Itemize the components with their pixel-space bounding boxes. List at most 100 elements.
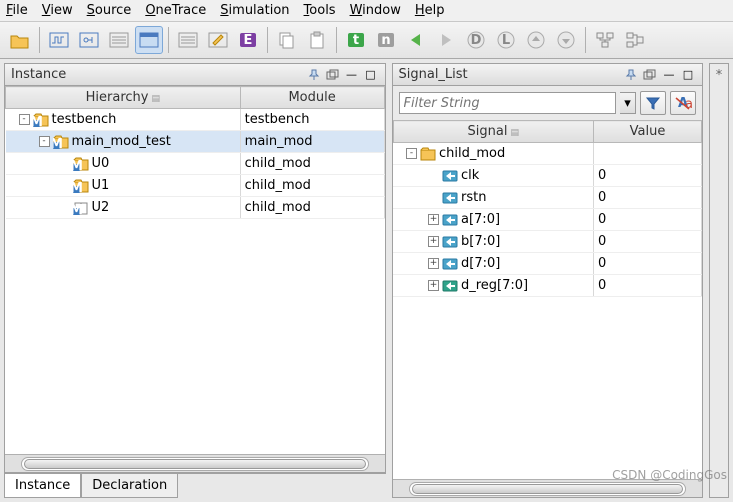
minimize-icon[interactable]: — bbox=[661, 68, 677, 82]
menu-help[interactable]: Help bbox=[415, 3, 445, 18]
signal-name: b[7:0] bbox=[461, 234, 500, 249]
filter-input[interactable] bbox=[399, 92, 617, 114]
menu-source[interactable]: Source bbox=[87, 3, 132, 18]
circuit-button[interactable] bbox=[75, 26, 103, 54]
signal-name: a[7:0] bbox=[461, 212, 500, 227]
menu-window[interactable]: Window bbox=[350, 3, 401, 18]
signal-header[interactable]: Signal▤ bbox=[393, 121, 594, 143]
instance-name: U0 bbox=[92, 156, 110, 171]
copy-button[interactable] bbox=[273, 26, 301, 54]
left-column: Instance — □ Hierarchy▤ Module -Mtestben… bbox=[4, 63, 386, 498]
signal-row[interactable]: +b[7:0]0 bbox=[393, 231, 702, 253]
signal-row[interactable]: +d_reg[7:0]0 bbox=[393, 275, 702, 297]
book-m-icon: M bbox=[73, 201, 89, 215]
pin-icon[interactable] bbox=[623, 68, 639, 82]
expander-icon[interactable]: + bbox=[428, 214, 439, 225]
sig-in-icon bbox=[442, 191, 458, 205]
windows-icon[interactable] bbox=[642, 68, 658, 82]
header-menu-icon[interactable]: ▤ bbox=[151, 94, 160, 104]
instance-name: U2 bbox=[92, 200, 110, 215]
instance-module: child_mod bbox=[240, 153, 384, 175]
hierarchy-button[interactable] bbox=[591, 26, 619, 54]
signal-row[interactable]: -child_mod bbox=[393, 143, 702, 165]
expander-icon[interactable]: - bbox=[19, 114, 30, 125]
up-arrow-circle-button[interactable] bbox=[522, 26, 550, 54]
minimize-icon[interactable]: — bbox=[344, 68, 360, 82]
instance-row[interactable]: -Mmain_mod_testmain_mod bbox=[6, 131, 385, 153]
svg-text:L: L bbox=[502, 33, 510, 48]
paste-button[interactable] bbox=[303, 26, 331, 54]
signal-row[interactable]: rstn0 bbox=[393, 187, 702, 209]
svg-text:E: E bbox=[244, 33, 253, 48]
expander-icon[interactable]: - bbox=[406, 148, 417, 159]
maximize-icon[interactable]: □ bbox=[680, 68, 696, 82]
instance-row[interactable]: MU2child_mod bbox=[6, 197, 385, 219]
svg-text:t: t bbox=[353, 33, 359, 48]
folder-m-icon: M bbox=[53, 135, 69, 149]
instance-row[interactable]: MU1child_mod bbox=[6, 175, 385, 197]
list-button-1[interactable] bbox=[105, 26, 133, 54]
instance-row[interactable]: -Mtestbenchtestbench bbox=[6, 109, 385, 131]
value-header[interactable]: Value bbox=[594, 121, 702, 143]
menu-onetrace[interactable]: OneTrace bbox=[145, 3, 206, 18]
open-folder-button[interactable] bbox=[6, 26, 34, 54]
list-button-2[interactable] bbox=[174, 26, 202, 54]
hierarchy-header[interactable]: Hierarchy▤ bbox=[6, 87, 241, 109]
instance-module: main_mod bbox=[240, 131, 384, 153]
signal-hscroll[interactable] bbox=[393, 479, 703, 497]
signal-row[interactable]: +a[7:0]0 bbox=[393, 209, 702, 231]
expander-icon[interactable]: + bbox=[428, 258, 439, 269]
panel-button-selected[interactable] bbox=[135, 26, 163, 54]
wave-button-1[interactable] bbox=[45, 26, 73, 54]
collapsed-panel[interactable]: * bbox=[709, 63, 729, 498]
filter-bar: ▾ Aa bbox=[393, 86, 703, 120]
edit-button[interactable] bbox=[204, 26, 232, 54]
pin-icon[interactable] bbox=[306, 68, 322, 82]
module-header[interactable]: Module bbox=[240, 87, 384, 109]
signal-name: clk bbox=[461, 168, 479, 183]
tab-instance[interactable]: Instance bbox=[4, 474, 81, 498]
signal-title-label: Signal_List bbox=[399, 67, 624, 82]
signal-row[interactable]: +d[7:0]0 bbox=[393, 253, 702, 275]
expander-icon[interactable]: + bbox=[428, 236, 439, 247]
signal-row[interactable]: clk 0 bbox=[393, 165, 702, 187]
header-menu-icon[interactable]: ▤ bbox=[510, 128, 519, 138]
signal-grid[interactable]: Signal▤ Value -child_modclk 0rstn0 + a[7:0]… bbox=[393, 120, 703, 479]
filter-dropdown-button[interactable]: ▾ bbox=[620, 92, 636, 114]
expander-icon[interactable]: + bbox=[428, 280, 439, 291]
filter-font-button[interactable]: Aa bbox=[670, 91, 696, 115]
instance-grid[interactable]: Hierarchy▤ Module -Mtestbenchtestbench-M… bbox=[5, 86, 385, 454]
svg-text:M: M bbox=[73, 203, 83, 215]
forward-arrow-button[interactable] bbox=[432, 26, 460, 54]
tab-declaration[interactable]: Declaration bbox=[81, 474, 178, 498]
d-circle-button[interactable]: D bbox=[462, 26, 490, 54]
folder-m-icon: M bbox=[73, 157, 89, 171]
sig-in-icon bbox=[442, 257, 458, 271]
menu-view[interactable]: View bbox=[42, 3, 73, 18]
signal-name: d[7:0] bbox=[461, 256, 500, 271]
expander-icon[interactable]: - bbox=[39, 136, 50, 147]
signal-value: 0 bbox=[594, 165, 702, 187]
menu-tools[interactable]: Tools bbox=[304, 3, 336, 18]
menu-simulation[interactable]: Simulation bbox=[220, 3, 289, 18]
menu-file[interactable]: File bbox=[6, 3, 28, 18]
filter-funnel-button[interactable] bbox=[640, 91, 666, 115]
instance-panel-title: Instance — □ bbox=[5, 64, 385, 86]
menubar: File View Source OneTrace Simulation Tools Win… bbox=[0, 0, 733, 22]
tree-button[interactable] bbox=[621, 26, 649, 54]
e-button[interactable]: E bbox=[234, 26, 262, 54]
signal-name: d_reg[7:0] bbox=[461, 278, 528, 293]
signal-value bbox=[594, 143, 702, 165]
back-arrow-button[interactable] bbox=[402, 26, 430, 54]
down-arrow-circle-button[interactable] bbox=[552, 26, 580, 54]
n-button[interactable]: n bbox=[372, 26, 400, 54]
maximize-icon[interactable]: □ bbox=[363, 68, 379, 82]
windows-icon[interactable] bbox=[325, 68, 341, 82]
instance-row[interactable]: MU0 child_mod bbox=[6, 153, 385, 175]
t-button[interactable]: t bbox=[342, 26, 370, 54]
sig-reg-icon bbox=[442, 279, 458, 293]
main-area: Instance — □ Hierarchy▤ Module -Mtestben… bbox=[0, 59, 733, 502]
l-circle-button[interactable]: L bbox=[492, 26, 520, 54]
sig-in-icon bbox=[442, 235, 458, 249]
instance-hscroll[interactable] bbox=[5, 454, 385, 472]
